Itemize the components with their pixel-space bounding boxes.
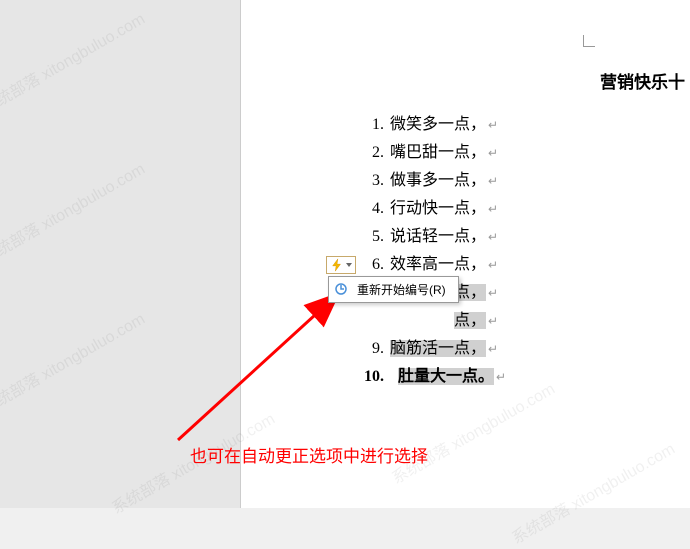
annotation-text: 也可在自动更正选项中进行选择 [190, 442, 428, 467]
paragraph-mark: ↵ [488, 174, 498, 188]
list-item[interactable]: 6. 效率高一点，↵ [356, 251, 690, 279]
list-number: 10. [356, 363, 384, 391]
list-text: 行动快一点，↵ [390, 200, 498, 217]
list-text: 点，↵ [454, 312, 498, 329]
list-text: 效率高一点，↵ [390, 256, 498, 273]
list-item[interactable]: 5. 说话轻一点，↵ [356, 223, 690, 251]
list-number: 4. [356, 195, 384, 223]
list-text: 肚量大一点。↵ [390, 368, 506, 385]
numbered-list: 1.微笑多一点，↵ 2.嘴巴甜一点，↵ 3.做事多一点，↵ 4.行动快一点，↵ … [241, 111, 690, 391]
paragraph-mark: ↵ [488, 342, 498, 356]
list-item[interactable]: 10. 肚量大一点。↵ [356, 363, 690, 391]
list-text: 微笑多一点，↵ [390, 116, 498, 133]
autocorrect-smart-tag[interactable] [326, 256, 356, 274]
list-item[interactable]: 1. 微笑多一点，↵ [356, 111, 690, 139]
list-item[interactable]: 4. 行动快一点，↵ [356, 195, 690, 223]
paragraph-mark: ↵ [488, 286, 498, 300]
list-text: 嘴巴甜一点，↵ [390, 144, 498, 161]
list-item[interactable]: 9. 脑筋活一点，↵ [356, 335, 690, 363]
menu-item-restart-numbering[interactable]: 重新开始编号(R) [329, 277, 458, 302]
list-text: 脑筋活一点，↵ [390, 340, 498, 357]
page-content: 营销快乐十 1. 微笑多一点，↵ 2. 嘴巴甜一点，↵ 3. 做事多一点，↵ 4. 行动… [241, 0, 690, 391]
paragraph-mark: ↵ [488, 118, 498, 132]
list-number: 9. [356, 335, 384, 363]
list-number: 3. [356, 167, 384, 195]
dropdown-arrow-icon [346, 263, 352, 267]
list-number: 2. [356, 139, 384, 167]
list-item[interactable]: 3. 做事多一点，↵ [356, 167, 690, 195]
menu-item-label: 重新开始编号(R) [357, 283, 446, 297]
sidebar-gray-area [0, 0, 240, 508]
paragraph-mark: ↵ [496, 370, 506, 384]
paragraph-mark: ↵ [488, 258, 498, 272]
workspace: 营销快乐十 1. 微笑多一点，↵ 2. 嘴巴甜一点，↵ 3. 做事多一点，↵ 4. 行动… [0, 0, 690, 508]
list-number: 5. [356, 223, 384, 251]
document-page[interactable]: 营销快乐十 1. 微笑多一点，↵ 2. 嘴巴甜一点，↵ 3. 做事多一点，↵ 4. 行动… [240, 0, 690, 508]
list-text: 做事多一点，↵ [390, 172, 498, 189]
lightning-icon [330, 258, 344, 272]
paragraph-mark: ↵ [488, 146, 498, 160]
list-item[interactable]: 2. 嘴巴甜一点，↵ [356, 139, 690, 167]
paragraph-mark: ↵ [488, 202, 498, 216]
list-number: 1. [356, 111, 384, 139]
paragraph-mark: ↵ [488, 230, 498, 244]
autocorrect-menu: 重新开始编号(R) [328, 276, 459, 303]
list-number: 6. [356, 251, 384, 279]
paragraph-mark: ↵ [488, 314, 498, 328]
document-title: 营销快乐十 [241, 68, 690, 111]
list-item[interactable]: 8.点，↵ [356, 307, 690, 335]
restart-icon [333, 281, 349, 297]
list-text: 说话轻一点，↵ [390, 228, 498, 245]
